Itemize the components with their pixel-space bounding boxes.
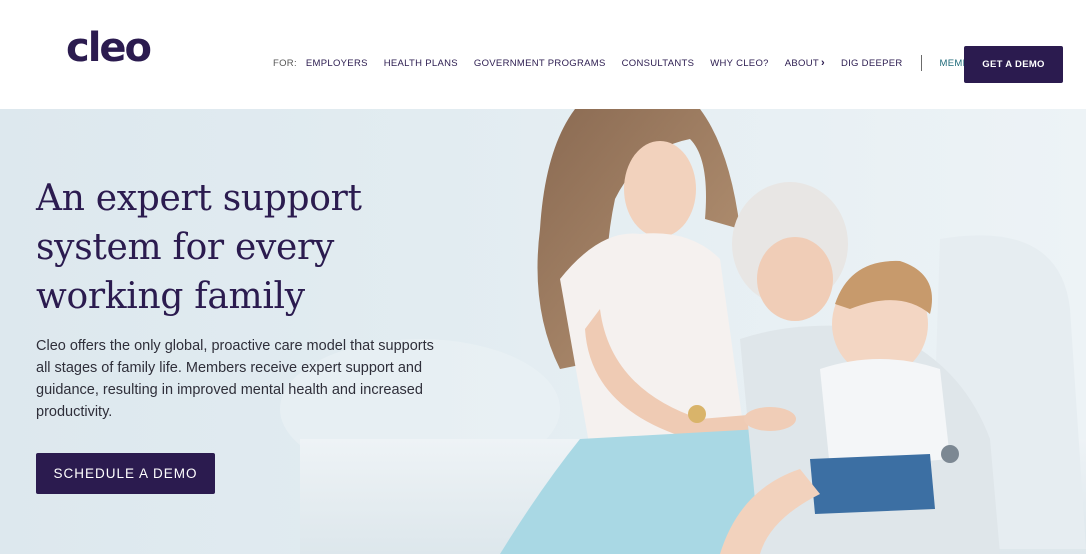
nav-link-government-programs[interactable]: GOVERNMENT PROGRAMS [474, 58, 606, 69]
hero-headline: An expert support system for every worki… [36, 178, 362, 317]
get-a-demo-button[interactable]: GET A DEMO [964, 46, 1063, 83]
nav-for-label: FOR: [273, 57, 297, 69]
nav-link-why-cleo[interactable]: WHY CLEO? [710, 58, 769, 69]
nav-link-dig-deeper[interactable]: DIG DEEPER [841, 58, 903, 69]
nav-divider [920, 55, 922, 71]
nav-link-about-label: ABOUT [784, 58, 819, 69]
chevron-right-icon: › [820, 57, 825, 69]
hero-description: Cleo offers the only global, proactive c… [36, 338, 434, 420]
nav-link-consultants[interactable]: CONSULTANTS [622, 58, 695, 69]
nav-link-employers[interactable]: EMPLOYERS [306, 58, 368, 69]
hero-section: An expert support system for every worki… [0, 109, 1086, 554]
nav-link-health-plans[interactable]: HEALTH PLANS [384, 58, 458, 69]
nav-link-about[interactable]: ABOUT › [785, 57, 825, 69]
main-nav: FOR: EMPLOYERS HEALTH PLANS GOVERNMENT P… [273, 55, 1017, 71]
schedule-a-demo-button[interactable]: SCHEDULE A DEMO [36, 453, 215, 494]
cleo-logo[interactable]: cleo [66, 28, 152, 68]
site-header: cleo FOR: EMPLOYERS HEALTH PLANS GOVERNM… [0, 0, 1086, 109]
